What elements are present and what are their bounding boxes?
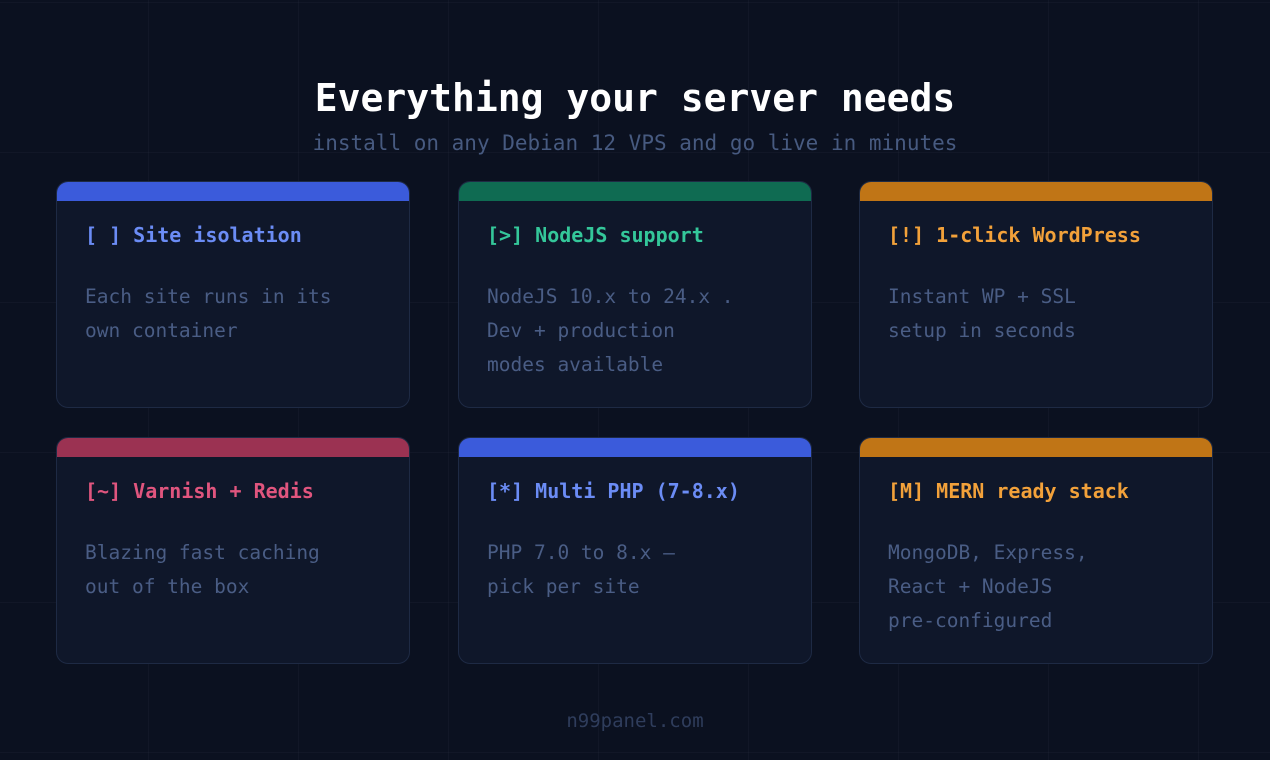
card-accent-bar [57, 438, 409, 457]
star-icon: [*] [487, 479, 524, 503]
page-title: Everything your server needs [314, 76, 956, 120]
tilde-icon: [~] [85, 479, 122, 503]
card-description: NodeJS 10.x to 24.x . Dev + production m… [487, 280, 787, 382]
feature-card-varnish-redis: [~] Varnish + Redis Blazing fast caching… [56, 437, 410, 664]
card-accent-bar [459, 438, 811, 457]
feature-card-mern: [M] MERN ready stack MongoDB, Express, R… [859, 437, 1213, 664]
card-description: Blazing fast caching out of the box [85, 536, 385, 604]
card-title: Multi PHP (7-8.x) [535, 479, 740, 503]
card-description: Each site runs in its own container [85, 280, 385, 348]
card-heading: [*] Multi PHP (7-8.x) [487, 477, 740, 505]
description-line: pre-configured [888, 609, 1053, 632]
card-title: 1-click WordPress [936, 223, 1141, 247]
description-line: NodeJS 10.x to 24.x . [487, 285, 734, 308]
description-line: Dev + production [487, 319, 675, 342]
card-accent-bar [860, 438, 1212, 457]
feature-card-wordpress: [!] 1-click WordPress Instant WP + SSL s… [859, 181, 1213, 408]
feature-card-multi-php: [*] Multi PHP (7-8.x) PHP 7.0 to 8.x — p… [458, 437, 812, 664]
description-line: PHP 7.0 to 8.x — [487, 541, 675, 564]
description-line: Each site runs in its [85, 285, 332, 308]
card-accent-bar [57, 182, 409, 201]
feature-card-nodejs: [>] NodeJS support NodeJS 10.x to 24.x .… [458, 181, 812, 408]
description-line: setup in seconds [888, 319, 1076, 342]
description-line: out of the box [85, 575, 250, 598]
card-title: Varnish + Redis [133, 479, 314, 503]
prompt-icon: [>] [487, 223, 524, 247]
letter-m-icon: [M] [888, 479, 925, 503]
description-line: Blazing fast caching [85, 541, 320, 564]
description-line: MongoDB, Express, [888, 541, 1088, 564]
card-description: PHP 7.0 to 8.x — pick per site [487, 536, 787, 604]
card-title: MERN ready stack [936, 479, 1129, 503]
description-line: React + NodeJS [888, 575, 1053, 598]
description-line: pick per site [487, 575, 640, 598]
card-heading: [>] NodeJS support [487, 221, 704, 249]
card-heading: [M] MERN ready stack [888, 477, 1129, 505]
card-heading: [ ] Site isolation [85, 221, 302, 249]
card-heading: [!] 1-click WordPress [888, 221, 1141, 249]
description-line: own container [85, 319, 238, 342]
footer-url: n99panel.com [566, 710, 704, 732]
description-line: Instant WP + SSL [888, 285, 1076, 308]
description-line: modes available [487, 353, 664, 376]
card-description: Instant WP + SSL setup in seconds [888, 280, 1188, 348]
brackets-icon: [ ] [85, 223, 122, 247]
alert-icon: [!] [888, 223, 925, 247]
card-title: Site isolation [133, 223, 302, 247]
card-title: NodeJS support [535, 223, 704, 247]
feature-card-site-isolation: [ ] Site isolation Each site runs in its… [56, 181, 410, 408]
card-heading: [~] Varnish + Redis [85, 477, 314, 505]
card-accent-bar [459, 182, 811, 201]
card-accent-bar [860, 182, 1212, 201]
card-description: MongoDB, Express, React + NodeJS pre-con… [888, 536, 1188, 638]
page-subtitle: install on any Debian 12 VPS and go live… [312, 131, 958, 155]
